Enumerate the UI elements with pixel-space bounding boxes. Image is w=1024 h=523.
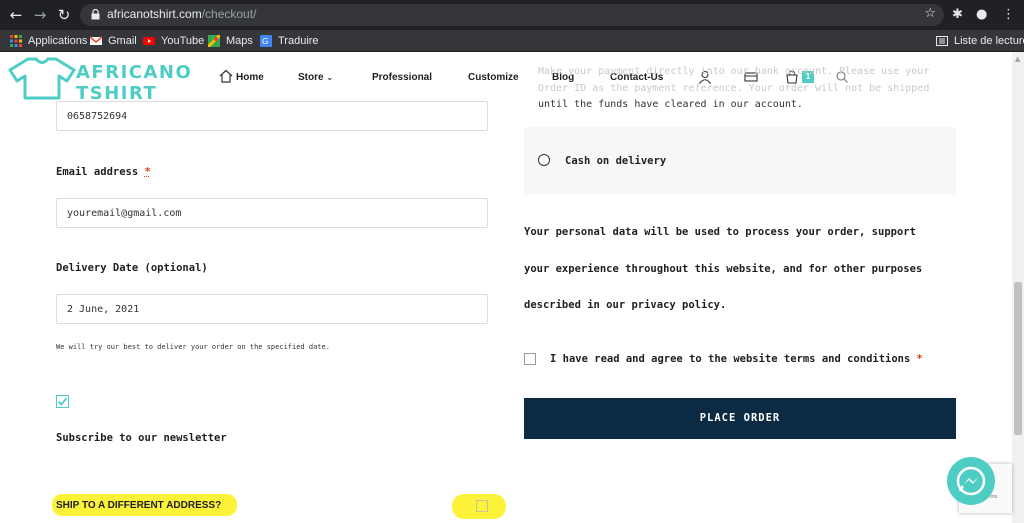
email-label: Email address * <box>56 166 151 178</box>
bookmarks-bar: Applications Gmail YouTube Maps G Tradui… <box>0 30 1024 52</box>
reading-list-icon <box>936 35 948 47</box>
reload-icon[interactable]: ↻ <box>54 5 74 25</box>
tshirt-logo-icon[interactable] <box>4 56 84 100</box>
back-arrow-icon[interactable]: ← <box>6 5 26 25</box>
nav-store[interactable]: Store ⌄ <box>298 72 333 83</box>
bookmark-gmail[interactable]: Gmail <box>90 33 137 49</box>
ship-different-address-checkbox[interactable] <box>476 500 488 512</box>
nav-professional[interactable]: Professional <box>372 72 432 83</box>
delivery-note: We will try our best to deliver your ord… <box>56 343 330 351</box>
place-order-button[interactable]: PLACE ORDER <box>524 398 956 439</box>
home-icon <box>219 69 233 83</box>
cod-radio[interactable] <box>538 154 550 166</box>
ship-different-address-label: SHIP TO A DIFFERENT ADDRESS? <box>56 500 221 511</box>
messenger-icon <box>947 457 995 505</box>
address-bar[interactable]: africanotshirt.com/checkout/ ☆ <box>80 4 944 26</box>
youtube-icon <box>143 35 155 47</box>
reading-list[interactable]: Liste de lecture <box>936 33 1024 49</box>
bookmark-youtube[interactable]: YouTube <box>143 33 204 49</box>
translate-icon: G <box>260 35 272 47</box>
delivery-date-label: Delivery Date (optional) <box>56 262 208 274</box>
bookmark-star-icon[interactable]: ☆ <box>924 6 936 21</box>
lock-icon <box>91 9 100 20</box>
delivery-date-input[interactable]: 2 June, 2021 <box>56 294 488 324</box>
scroll-up-icon[interactable]: ▲ <box>1015 55 1020 63</box>
privacy-text-line: your experience throughout this website,… <box>524 263 922 275</box>
scroll-thumb[interactable] <box>1014 282 1022 435</box>
newsletter-checkbox[interactable] <box>56 395 69 408</box>
email-input[interactable]: youremail@gmail.com <box>56 198 488 228</box>
extensions-icon[interactable]: ✱ <box>952 6 963 24</box>
privacy-text-line: Your personal data will be used to proce… <box>524 226 916 238</box>
nav-home[interactable]: Home <box>236 72 264 83</box>
terms-checkbox[interactable] <box>524 353 536 365</box>
cod-label: Cash on delivery <box>565 155 666 167</box>
newsletter-label: Subscribe to our newsletter <box>56 432 227 444</box>
phone-input[interactable]: 0658752694 <box>56 101 488 131</box>
nav-customize[interactable]: Customize <box>468 72 519 83</box>
browser-toolbar: ← → ↻ africanotshirt.com/checkout/ ☆ ✱ ●… <box>0 0 1024 30</box>
maps-icon <box>208 35 220 47</box>
messenger-chat-button[interactable] <box>947 457 995 505</box>
svg-text:G: G <box>262 37 268 46</box>
gmail-icon <box>90 35 102 47</box>
menu-kebab-icon[interactable]: ⋮ <box>1002 6 1015 24</box>
bookmark-applications[interactable]: Applications <box>10 33 87 49</box>
privacy-text-line: described in our privacy policy. <box>524 299 726 311</box>
profile-icon[interactable]: ● <box>976 6 987 24</box>
bookmark-maps[interactable]: Maps <box>208 33 253 49</box>
url-text: africanotshirt.com/checkout/ <box>107 7 256 21</box>
terms-label: I have read and agree to the website ter… <box>550 353 923 365</box>
apps-grid-icon <box>10 35 22 47</box>
site-logo-text[interactable]: AFRICANO TSHIRT <box>76 62 192 104</box>
bookmark-traduire[interactable]: G Traduire <box>260 33 319 49</box>
page-scrollbar[interactable]: ▲ <box>1012 52 1024 523</box>
forward-arrow-icon[interactable]: → <box>30 5 50 25</box>
bank-transfer-description: Make your payment directly into our bank… <box>538 64 938 114</box>
chevron-down-icon: ⌄ <box>326 73 333 82</box>
cash-on-delivery-option[interactable]: Cash on delivery <box>524 127 956 194</box>
